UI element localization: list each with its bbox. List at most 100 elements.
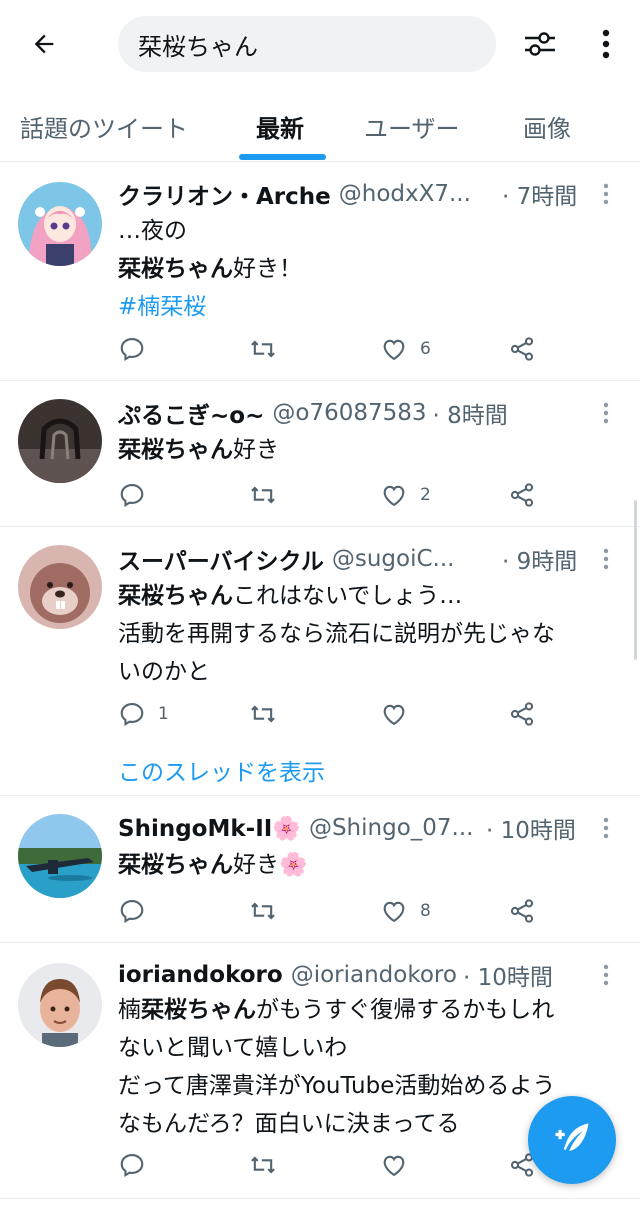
- retweet-icon: [251, 1156, 275, 1174]
- highlight-term: 栞桜ちゃん: [118, 256, 233, 282]
- show-thread-link[interactable]: このスレッドを表示: [118, 753, 325, 787]
- display-name[interactable]: ぷるこぎ~o~: [118, 396, 264, 430]
- highlight-term: 栞桜ちゃん: [141, 997, 256, 1023]
- hashtag-link[interactable]: #楠栞桜: [118, 288, 618, 326]
- reply-icon: [120, 484, 144, 508]
- like-button[interactable]: [380, 696, 408, 732]
- tweet-text-line: 栞桜ちゃん好き🌸: [118, 846, 618, 884]
- tweet-menu-button[interactable]: [596, 395, 616, 431]
- retweet-button[interactable]: [248, 1147, 278, 1183]
- like-count: 2: [420, 485, 431, 505]
- tweet-header: スーパーバイシクル @sugoiC...: [118, 541, 454, 577]
- retweet-icon: [251, 340, 275, 358]
- reply-button[interactable]: 1: [118, 696, 169, 732]
- search-input[interactable]: 栞桜ちゃん: [118, 16, 496, 72]
- tweet-time[interactable]: · 8時間: [433, 396, 508, 430]
- display-name[interactable]: ioriandokoro: [118, 962, 283, 988]
- tab-people[interactable]: ユーザー: [364, 92, 460, 160]
- back-button[interactable]: [24, 24, 64, 64]
- tweet-menu-button[interactable]: [596, 810, 616, 846]
- tweet-menu-button[interactable]: [596, 541, 616, 577]
- retweet-button[interactable]: [248, 477, 278, 513]
- more-vertical-icon: [603, 964, 609, 986]
- share-button[interactable]: [508, 893, 536, 929]
- like-icon: [383, 901, 405, 923]
- highlight-term: 栞桜ちゃん: [118, 583, 233, 609]
- share-button[interactable]: [508, 331, 536, 367]
- like-count: 6: [420, 339, 431, 359]
- avatar[interactable]: [18, 399, 102, 483]
- display-name[interactable]: スーパーバイシクル: [118, 542, 324, 576]
- search-query: 栞桜ちゃん: [138, 32, 258, 61]
- avatar[interactable]: [18, 545, 102, 629]
- compose-tweet-icon: [555, 1123, 589, 1151]
- user-handle[interactable]: @hodxX7...: [339, 181, 471, 207]
- retweet-button[interactable]: [248, 331, 278, 367]
- tweet[interactable]: クラリオン・Arche @hodxX7... · 7時間 …夜の 栞桜ちゃん好き…: [0, 162, 640, 380]
- share-button[interactable]: [508, 696, 536, 732]
- avatar[interactable]: [18, 814, 102, 898]
- tweet-text-line: 栞桜ちゃんこれはないでしょう…: [118, 577, 618, 615]
- user-handle[interactable]: @ioriandokoro: [291, 962, 457, 988]
- share-icon: [510, 483, 534, 507]
- filter-icon: [525, 32, 555, 56]
- tweet-actions: 2: [118, 477, 618, 513]
- user-handle[interactable]: @o76087583: [272, 400, 426, 426]
- like-button[interactable]: 2: [380, 477, 431, 513]
- tweet-text-rest: これはないでしょう…: [233, 583, 463, 609]
- tweet-text-pre: 楠: [118, 997, 141, 1023]
- more-vertical-icon: [602, 29, 610, 59]
- share-button[interactable]: [508, 477, 536, 513]
- reply-button[interactable]: [118, 331, 146, 367]
- reply-icon: [120, 1154, 144, 1178]
- like-icon: [383, 704, 405, 726]
- like-count: 8: [420, 901, 431, 921]
- like-button[interactable]: [380, 1147, 408, 1183]
- compose-tweet-button[interactable]: [528, 1096, 616, 1184]
- tweet-header: ioriandokoro @ioriandokoro · 10時間: [118, 957, 553, 993]
- tab-latest[interactable]: 最新: [256, 92, 304, 160]
- tweet-time[interactable]: · 10時間: [486, 811, 576, 845]
- tweet-time[interactable]: · 7時間: [502, 177, 577, 211]
- user-handle[interactable]: @sugoiC...: [332, 546, 455, 572]
- tweet-text-line: …夜の: [118, 218, 187, 244]
- share-icon: [510, 899, 534, 923]
- reply-button[interactable]: [118, 1147, 146, 1183]
- avatar[interactable]: [18, 963, 102, 1047]
- like-button[interactable]: 6: [380, 331, 431, 367]
- retweet-button[interactable]: [248, 696, 278, 732]
- scrollbar[interactable]: [634, 500, 637, 660]
- reply-button[interactable]: [118, 477, 146, 513]
- share-icon: [510, 702, 534, 726]
- tweet-menu-button[interactable]: [596, 176, 616, 212]
- tweet-menu-button[interactable]: [596, 957, 616, 993]
- display-name[interactable]: クラリオン・Arche: [118, 177, 331, 211]
- highlight-term: 栞桜ちゃん: [118, 852, 233, 878]
- tweet-text-rest: 好き！: [233, 256, 302, 282]
- highlight-term: 栞桜ちゃん: [118, 437, 233, 463]
- tweet-time-wrap: · 10時間: [486, 810, 576, 846]
- display-name[interactable]: ShingoMk-II🌸: [118, 815, 301, 842]
- like-icon: [383, 339, 405, 361]
- tweet-header: ぷるこぎ~o~ @o76087583 · 8時間: [118, 395, 508, 431]
- like-icon: [383, 485, 405, 507]
- user-handle[interactable]: @Shingo_07...: [309, 815, 474, 841]
- avatar[interactable]: [18, 182, 102, 266]
- tab-photos[interactable]: 画像: [523, 92, 571, 160]
- retweet-button[interactable]: [248, 893, 278, 929]
- tab-top[interactable]: 話題のツイート: [20, 92, 188, 160]
- retweet-icon: [251, 705, 275, 723]
- tweet-text-line: 活動を再開するなら流石に説明が先じゃな: [118, 621, 555, 647]
- tweet-time[interactable]: · 10時間: [463, 958, 553, 992]
- like-button[interactable]: 8: [380, 893, 431, 929]
- tweet-time[interactable]: · 9時間: [502, 542, 577, 576]
- filter-button[interactable]: [518, 24, 562, 64]
- tweet-actions: 8: [118, 893, 618, 929]
- reply-button[interactable]: [118, 893, 146, 929]
- tweet[interactable]: ぷるこぎ~o~ @o76087583 · 8時間 栞桜ちゃん好き 2: [0, 381, 640, 526]
- tweet[interactable]: スーパーバイシクル @sugoiC... · 9時間 栞桜ちゃんこれはないでしょ…: [0, 527, 640, 795]
- tweet[interactable]: ShingoMk-II🌸 @Shingo_07... · 10時間 栞桜ちゃん好…: [0, 796, 640, 942]
- tweet-text-line: いのかと: [118, 659, 210, 685]
- more-options-button[interactable]: [588, 24, 624, 64]
- tweet-text-line: だって唐澤貴洋がYouTube活動始めるよう: [118, 1073, 556, 1099]
